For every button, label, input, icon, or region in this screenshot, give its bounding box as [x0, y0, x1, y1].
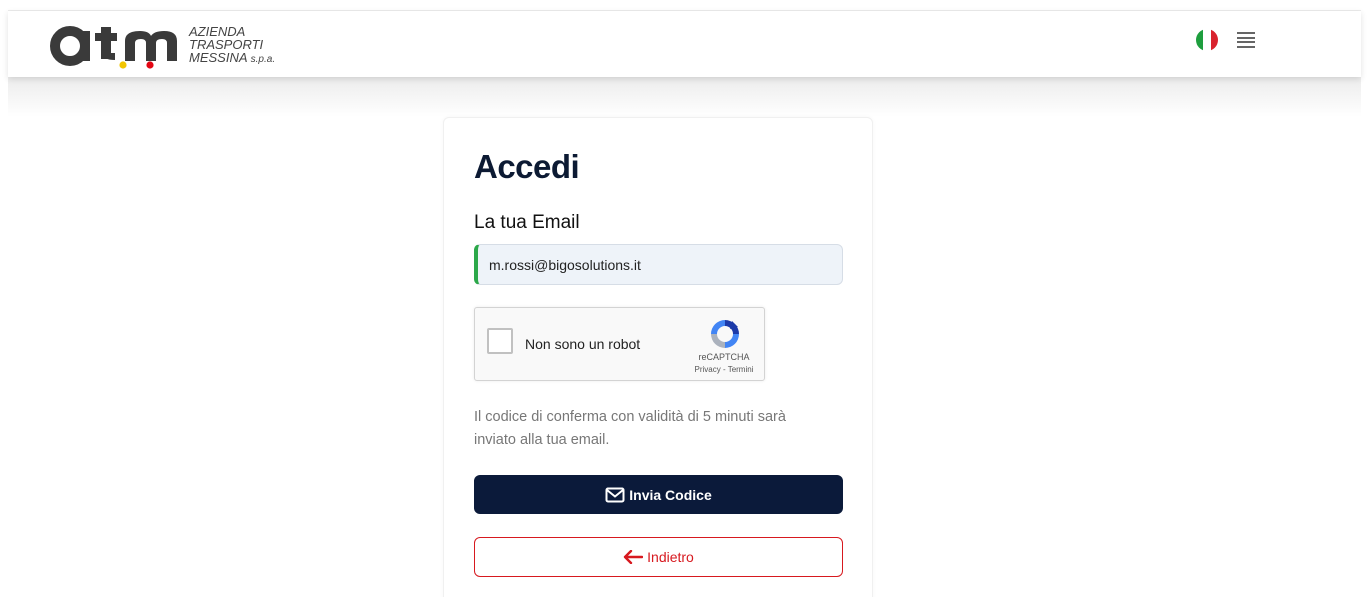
recaptcha-checkbox[interactable]: [487, 328, 513, 354]
header-shadow-band: [8, 77, 1361, 117]
page-title: Accedi: [474, 148, 580, 185]
back-button[interactable]: Indietro: [474, 537, 843, 577]
atm-logo[interactable]: AZIENDA TRASPORTI MESSINA s.p.a.: [48, 23, 308, 69]
recaptcha-label: Non sono un robot: [525, 336, 641, 352]
login-card: Accedi La tua Email Non sono un robot re…: [443, 117, 873, 597]
site-header: AZIENDA TRASPORTI MESSINA s.p.a.: [8, 11, 1361, 77]
hamburger-menu-icon[interactable]: [1237, 32, 1255, 48]
logo-line-3-text: MESSINA: [189, 50, 248, 65]
italy-flag-icon[interactable]: [1195, 28, 1219, 52]
send-code-button[interactable]: Invia Codice: [474, 475, 843, 514]
back-label: Indietro: [647, 549, 694, 565]
logo-text: AZIENDA TRASPORTI MESSINA s.p.a.: [189, 25, 275, 66]
info-text: Il codice di conferma con validità di 5 …: [474, 409, 786, 448]
atm-logo-mark: [50, 26, 177, 69]
send-code-label: Invia Codice: [629, 486, 712, 503]
email-label: La tua Email: [474, 212, 580, 233]
logo-line-3: MESSINA s.p.a.: [189, 51, 275, 66]
page: AZIENDA TRASPORTI MESSINA s.p.a. Accedi …: [0, 0, 1368, 597]
recaptcha-brand: reCAPTCHA: [698, 352, 750, 362]
recaptcha-widget: Non sono un robot reCAPTCHA Privacy - Te…: [474, 307, 765, 381]
logo-suffix: s.p.a.: [250, 54, 276, 65]
recaptcha-logo-icon: [711, 320, 739, 348]
arrow-left-icon: [623, 550, 644, 564]
email-field[interactable]: [474, 244, 843, 285]
recaptcha-links[interactable]: Privacy - Termini: [689, 365, 759, 374]
envelope-icon: [605, 487, 625, 502]
